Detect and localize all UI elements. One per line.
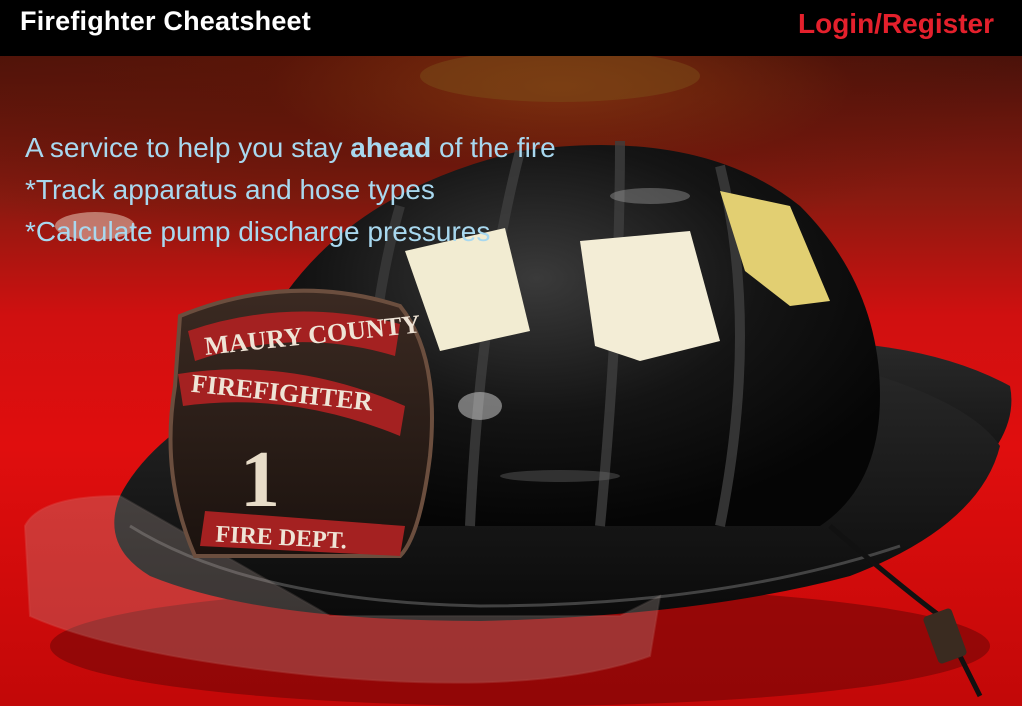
feature-track-apparatus: *Track apparatus and hose types — [25, 174, 435, 205]
hero-tagline: A service to help you stay ahead of the … — [25, 127, 556, 253]
top-nav-bar: Firefighter Cheatsheet Login/Register — [0, 0, 1022, 56]
tagline-emphasis: ahead — [350, 132, 432, 163]
login-register-link[interactable]: Login/Register — [798, 8, 994, 40]
feature-calculate-pressures: *Calculate pump discharge pressures — [25, 216, 491, 247]
helmet-shield-number: 1 — [240, 436, 280, 524]
hero-banner: MAURY COUNTY FIREFIGHTER 1 FIRE DEPT. A … — [0, 56, 1022, 706]
site-title[interactable]: Firefighter Cheatsheet — [20, 6, 311, 37]
tagline-prefix: A service to help you stay — [25, 132, 351, 163]
tagline-headline: A service to help you stay ahead of the … — [25, 127, 556, 169]
tagline-suffix: of the fire — [431, 132, 556, 163]
